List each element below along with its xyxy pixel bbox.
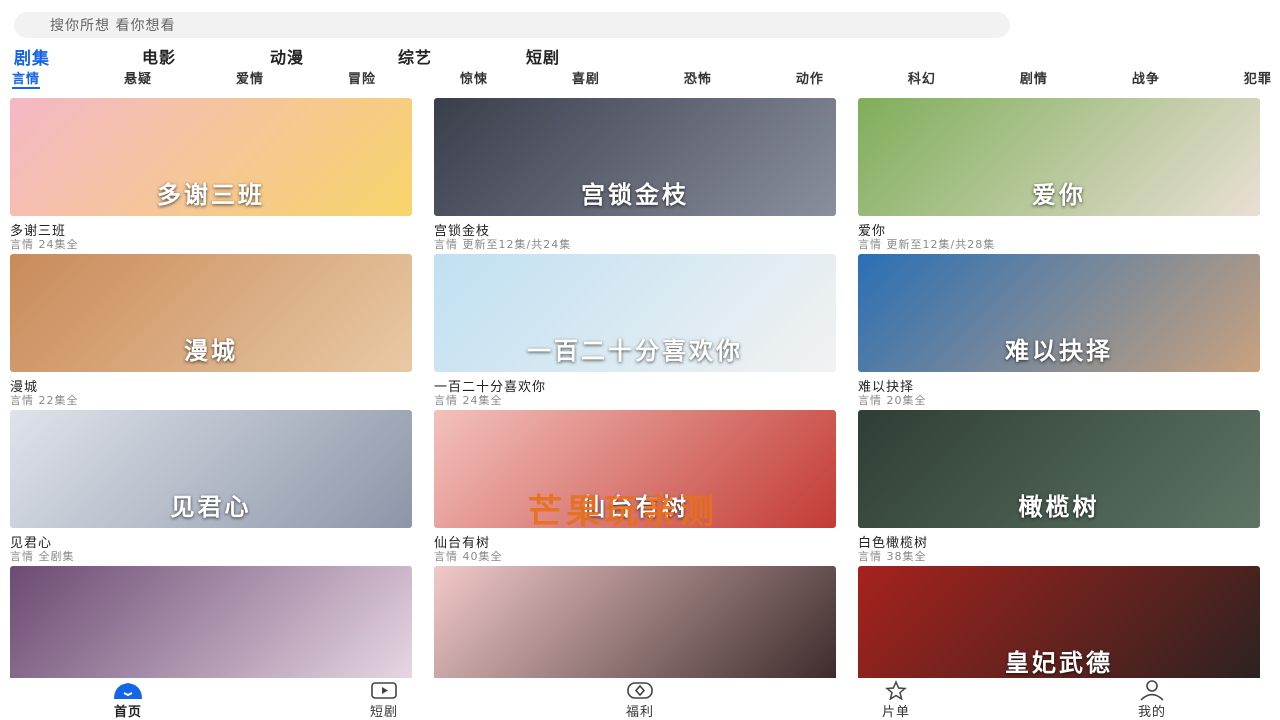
genre-thriller[interactable]: 惊悚 (460, 68, 488, 88)
card-title: 宫锁金枝 (434, 224, 491, 239)
genre-love[interactable]: 爱情 (236, 68, 264, 88)
genre-war[interactable]: 战争 (1132, 68, 1160, 88)
category-tabs: 剧集 电影 动漫 综艺 短剧 (14, 44, 654, 69)
poster-image (434, 566, 836, 684)
play-icon (369, 678, 399, 701)
poster-title-art: 多谢三班 (157, 180, 265, 209)
poster-image: 爱你 (858, 98, 1260, 216)
search-bar[interactable]: 搜你所想 看你想看 (14, 12, 1010, 38)
poster-image: 皇妃武德 (858, 566, 1260, 684)
drama-card[interactable]: 仙台有树 仙台有树 言情 40集全 (434, 410, 836, 566)
tab-short-drama[interactable]: 短剧 (526, 44, 654, 68)
poster-title-art: 一百二十分喜欢你 (527, 336, 743, 365)
poster-title-art: 皇妃武德 (1005, 648, 1113, 677)
nav-label: 首页 (113, 705, 142, 720)
poster-image: 多谢三班 (10, 98, 412, 216)
card-title: 爱你 (858, 224, 887, 239)
poster-title-art: 爱你 (1032, 180, 1086, 209)
genre-mystery[interactable]: 悬疑 (124, 68, 152, 88)
genre-romance[interactable]: 言情 (12, 68, 41, 89)
nav-label: 短剧 (369, 705, 398, 720)
card-meta: 言情 更新至12集/共24集 (434, 238, 572, 251)
card-meta: 言情 更新至12集/共28集 (858, 238, 996, 251)
nav-label: 片单 (881, 705, 910, 720)
card-title: 漫城 (10, 380, 39, 395)
nav-profile[interactable]: 我的 (1092, 678, 1212, 720)
drama-card[interactable]: 一百二十分喜欢你 一百二十分喜欢你 言情 24集全 (434, 254, 836, 410)
card-meta: 言情 全剧集 (10, 550, 75, 563)
genre-tabs: 言情 悬疑 爱情 冒险 惊悚 喜剧 恐怖 动作 科幻 剧情 战争 犯罪 (12, 68, 1272, 90)
card-meta: 言情 22集全 (10, 394, 79, 407)
genre-action[interactable]: 动作 (796, 68, 824, 88)
poster-image: 仙台有树 (434, 410, 836, 528)
card-meta: 言情 20集全 (858, 394, 927, 407)
drama-card[interactable]: 难以抉择 难以抉择 言情 20集全 (858, 254, 1260, 410)
poster-title-art: 见君心 (170, 492, 252, 521)
poster-image (10, 566, 412, 684)
tab-movie[interactable]: 电影 (142, 44, 270, 68)
poster-image: 漫城 (10, 254, 412, 372)
card-meta: 言情 38集全 (858, 550, 927, 563)
bottom-nav: 首页 短剧 福利 片单 我的 (0, 678, 1280, 720)
nav-home[interactable]: 首页 (68, 678, 188, 720)
drama-card[interactable]: 爱你 爱你 言情 更新至12集/共28集 (858, 98, 1260, 254)
card-title: 难以抉择 (858, 380, 915, 395)
card-title: 白色橄榄树 (858, 536, 929, 551)
nav-welfare[interactable]: 福利 (580, 678, 700, 720)
nav-playlist[interactable]: 片单 (836, 678, 956, 720)
nav-label: 我的 (1137, 705, 1166, 720)
genre-drama[interactable]: 剧情 (1020, 68, 1048, 88)
poster-title-art: 仙台有树 (581, 492, 689, 521)
genre-horror[interactable]: 恐怖 (684, 68, 712, 88)
poster-image: 宫锁金枝 (434, 98, 836, 216)
card-meta: 言情 24集全 (434, 394, 503, 407)
tab-drama[interactable]: 剧集 (14, 44, 142, 69)
genre-scifi[interactable]: 科幻 (908, 68, 936, 88)
nav-label: 福利 (625, 705, 654, 720)
search-placeholder: 搜你所想 看你想看 (50, 18, 176, 34)
poster-title-art: 漫城 (184, 336, 238, 365)
card-meta: 言情 40集全 (434, 550, 503, 563)
poster-image: 见君心 (10, 410, 412, 528)
drama-card[interactable]: 多谢三班 多谢三班 言情 24集全 (10, 98, 412, 254)
poster-title-art: 宫锁金枝 (581, 180, 689, 209)
tab-anime[interactable]: 动漫 (270, 44, 398, 68)
card-meta: 言情 24集全 (10, 238, 79, 251)
poster-title-art: 难以抉择 (1005, 336, 1113, 365)
user-icon (1137, 678, 1167, 701)
card-title: 一百二十分喜欢你 (434, 380, 547, 395)
poster-image: 橄榄树 (858, 410, 1260, 528)
drama-card[interactable]: 漫城 漫城 言情 22集全 (10, 254, 412, 410)
poster-image: 难以抉择 (858, 254, 1260, 372)
genre-crime[interactable]: 犯罪 (1244, 68, 1272, 88)
genre-adventure[interactable]: 冒险 (348, 68, 376, 88)
tab-variety[interactable]: 综艺 (398, 44, 526, 68)
drama-card[interactable]: 橄榄树 白色橄榄树 言情 38集全 (858, 410, 1260, 566)
card-title: 见君心 (10, 536, 53, 551)
genre-comedy[interactable]: 喜剧 (572, 68, 600, 88)
drama-card[interactable]: 宫锁金枝 宫锁金枝 言情 更新至12集/共24集 (434, 98, 836, 254)
star-icon (881, 678, 911, 701)
poster-image: 一百二十分喜欢你 (434, 254, 836, 372)
card-title: 仙台有树 (434, 536, 491, 551)
gift-icon (625, 678, 655, 701)
card-title: 多谢三班 (10, 224, 67, 239)
drama-card[interactable]: 见君心 见君心 言情 全剧集 (10, 410, 412, 566)
home-icon (108, 678, 148, 701)
drama-grid: 多谢三班 多谢三班 言情 24集全 宫锁金枝 宫锁金枝 言情 更新至12集/共2… (10, 98, 1262, 720)
poster-title-art: 橄榄树 (1018, 492, 1100, 521)
nav-short-drama[interactable]: 短剧 (324, 678, 444, 720)
